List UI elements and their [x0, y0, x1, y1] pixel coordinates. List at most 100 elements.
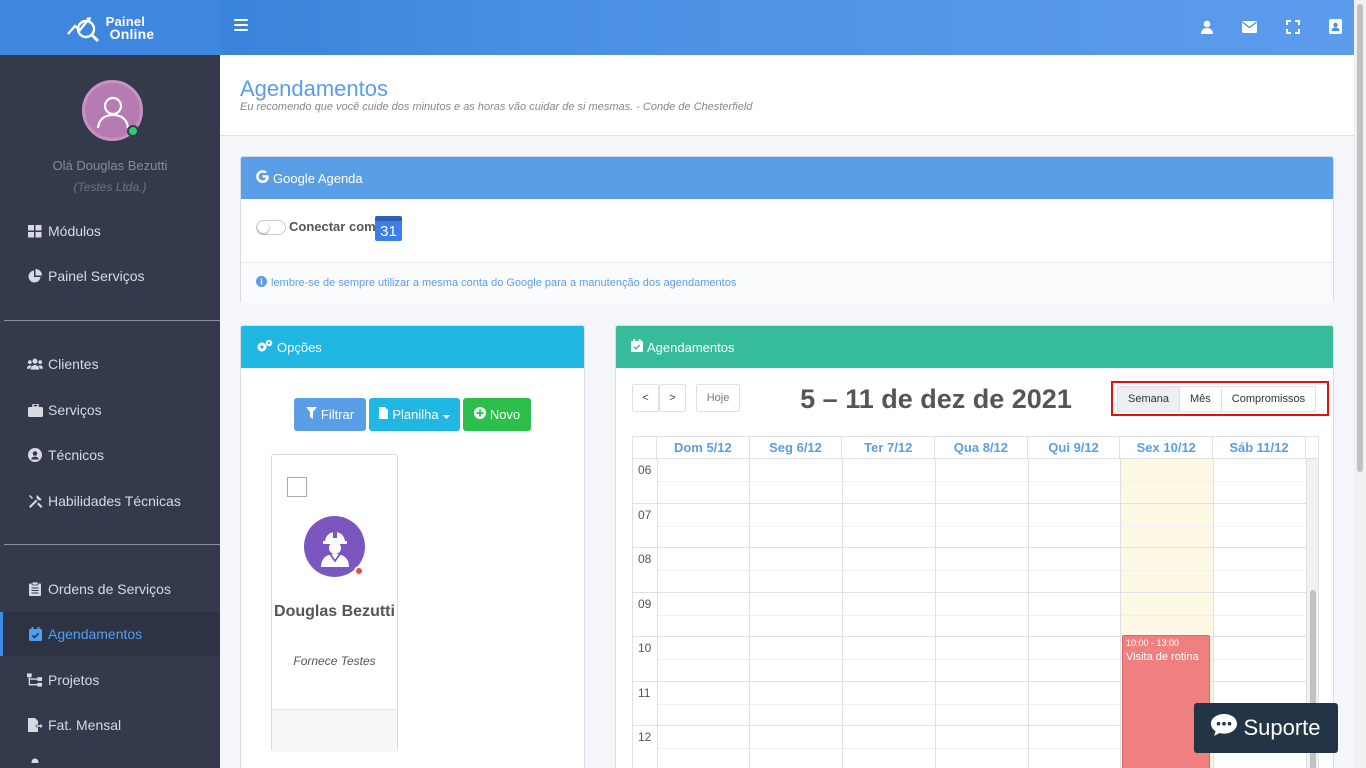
sheet-button-label: Planilha	[392, 407, 439, 422]
day-header-tue[interactable]: Ter 7/12	[842, 437, 936, 458]
hour-row[interactable]: 07	[633, 504, 1307, 548]
user-icon	[27, 749, 43, 763]
google-icon	[256, 170, 269, 186]
cogs-icon	[256, 339, 273, 356]
schedule-panel: Agendamentos < > Hoje 5 – 11 de dez de 2…	[615, 325, 1334, 768]
user-company: (Testes Ltda.)	[73, 180, 147, 194]
hour-label: 06	[638, 463, 652, 477]
options-title: Opções	[277, 339, 322, 355]
view-month-button[interactable]: Mês	[1178, 386, 1222, 412]
sidebar-item-fat-mensal[interactable]: Fat. Mensal	[0, 703, 220, 747]
sidebar-item-painel-servicos[interactable]: Painel Serviços	[0, 254, 220, 298]
brand-name: Painel Online	[106, 15, 155, 41]
chat-bubble-icon	[1211, 714, 1238, 742]
hour-label: 08	[638, 552, 652, 566]
envelope-icon[interactable]	[1241, 18, 1258, 35]
sidebar-item-agendamentos[interactable]: Agendamentos	[0, 612, 220, 656]
sidebar-divider	[4, 544, 220, 545]
sidebar-item-label: Fat. Mensal	[48, 717, 122, 733]
tools-icon	[27, 494, 43, 508]
calendar-check-icon	[631, 339, 643, 355]
briefcase-icon	[27, 403, 43, 417]
sidebar-item-label: Clientes	[48, 356, 99, 372]
user-avatar[interactable]	[82, 80, 143, 141]
sidebar-item-label: Módulos	[48, 223, 101, 239]
day-header-wed[interactable]: Qua 8/12	[935, 437, 1028, 458]
pie-chart-icon	[27, 269, 43, 283]
menu-toggle-icon[interactable]	[234, 19, 248, 33]
sidebar-item-label: Habilidades Técnicas	[48, 493, 181, 509]
technician-company: Fornece Testes	[293, 654, 376, 668]
calendar-day-header: Dom 5/12 Seg 6/12 Ter 7/12 Qua 8/12 Qui …	[633, 437, 1318, 459]
hour-label: 09	[638, 596, 652, 611]
next-week-button[interactable]: >	[659, 384, 686, 412]
worker-helmet-icon	[320, 530, 349, 567]
hour-label: 11	[638, 685, 651, 700]
options-header: Opções	[241, 326, 584, 368]
sidebar-item-modulos[interactable]: Módulos	[0, 209, 220, 253]
google-agenda-title: Google Agenda	[273, 170, 363, 186]
day-header-sat[interactable]: Sáb 11/12	[1213, 437, 1306, 458]
sidebar-item-label: Serviços	[48, 402, 102, 418]
clipboard-icon	[27, 582, 43, 596]
user-circle-icon	[27, 448, 43, 462]
top-icons	[1198, 18, 1344, 35]
sidebar-divider	[4, 320, 220, 321]
sidebar-item-tecnicos[interactable]: Técnicos	[0, 433, 220, 477]
google-note-text: lembre-se de sempre utilizar a mesma con…	[271, 277, 737, 289]
options-panel: Opções Filtrar Planilha Novo Douglas Bez…	[240, 325, 585, 768]
google-agenda-note: lembre-se de sempre utilizar a mesma con…	[241, 262, 1333, 303]
calendar-badge-number: 31	[380, 223, 397, 240]
google-calendar-icon: 31	[375, 216, 402, 241]
page-title: Agendamentos	[240, 76, 388, 101]
day-header-thu[interactable]: Qui 9/12	[1028, 437, 1121, 458]
user-icon[interactable]	[1198, 18, 1215, 35]
sitemap-icon	[27, 673, 43, 687]
hour-row[interactable]: 06	[633, 459, 1307, 504]
sidebar-item-clientes[interactable]: Clientes	[0, 342, 220, 386]
hour-label: 10	[638, 641, 652, 655]
today-button[interactable]: Hoje	[696, 384, 740, 412]
google-connect-toggle[interactable]	[256, 220, 286, 235]
page-scrollbar[interactable]	[1354, 0, 1366, 768]
online-status-dot	[127, 125, 139, 137]
sidebar-item-servicos[interactable]: Serviços	[0, 388, 220, 432]
schedule-title: Agendamentos	[647, 339, 735, 355]
technician-checkbox[interactable]	[287, 477, 307, 497]
sidebar-item-projetos[interactable]: Projetos	[0, 658, 220, 702]
file-export-icon	[27, 717, 43, 732]
day-header-sun[interactable]: Dom 5/12	[657, 437, 750, 458]
hour-label: 07	[638, 507, 652, 522]
brand-logo[interactable]: Painel Online	[0, 0, 220, 55]
grid-icon	[27, 224, 43, 238]
sidebar-item-ordens-de-servicos[interactable]: Ordens de Serviços	[0, 567, 220, 611]
new-button[interactable]: Novo	[463, 398, 531, 431]
technician-card-footer	[272, 709, 397, 752]
day-header-mon[interactable]: Seg 6/12	[750, 437, 843, 458]
schedule-header: Agendamentos	[616, 326, 1333, 368]
support-button[interactable]: Suporte	[1194, 703, 1338, 753]
prev-week-button[interactable]: <	[632, 384, 659, 412]
view-agenda-button[interactable]: Compromissos	[1220, 386, 1317, 412]
technician-name: Douglas Bezutti	[274, 603, 395, 620]
calendar-check-icon	[27, 627, 43, 641]
hour-row[interactable]: 08	[633, 548, 1307, 593]
filter-button[interactable]: Filtrar	[294, 398, 366, 431]
hour-row[interactable]: 09	[633, 593, 1307, 637]
fullscreen-icon[interactable]	[1284, 18, 1301, 35]
sidebar-item-habilidades-tecnicas[interactable]: Habilidades Técnicas	[0, 479, 220, 523]
sheet-dropdown-button[interactable]: Planilha	[369, 398, 460, 431]
address-book-icon[interactable]	[1327, 18, 1344, 35]
plus-circle-icon	[473, 407, 486, 422]
sidebar-item-cut-off[interactable]	[0, 749, 220, 768]
offline-status-dot	[354, 566, 364, 576]
event-time: 10:00 - 13:00	[1126, 638, 1180, 648]
day-header-fri[interactable]: Sex 10/12	[1120, 437, 1214, 458]
users-icon	[27, 357, 43, 371]
technician-card[interactable]: Douglas Bezutti Fornece Testes	[271, 454, 398, 752]
content-header: Agendamentos Eu recomendo que você cuide…	[220, 55, 1354, 136]
top-navbar: Painel Online	[0, 0, 1366, 55]
event-title: Visita de rotina	[1126, 651, 1199, 663]
view-week-button[interactable]: Semana	[1117, 386, 1180, 412]
info-circle-icon	[256, 276, 267, 290]
